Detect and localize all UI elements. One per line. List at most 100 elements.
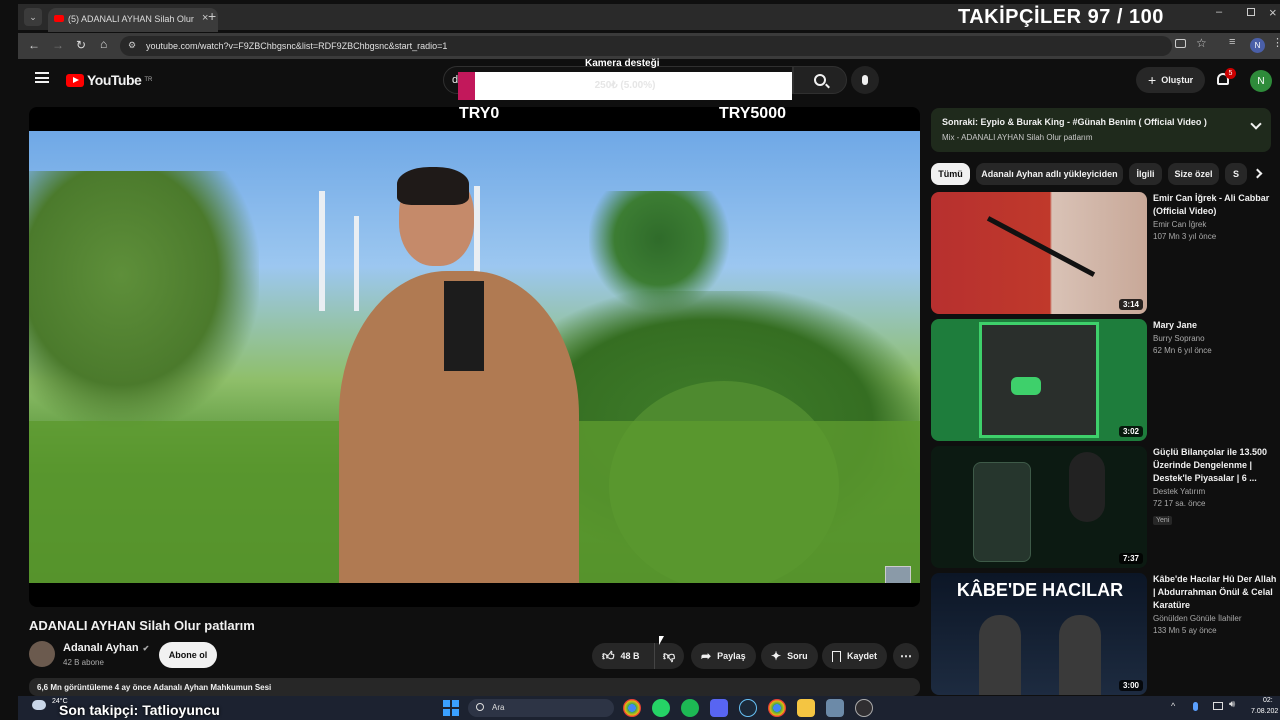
recommendation-thumbnail[interactable]: KÂBE'DE HACILAR 3:00 xyxy=(931,573,1147,695)
app-icon[interactable] xyxy=(826,699,844,717)
man-shirt xyxy=(444,281,484,371)
channel-name[interactable]: Adanalı Ayhan ✔ xyxy=(63,642,149,654)
volume-icon[interactable]: 🔊︎ xyxy=(1229,699,1235,710)
region-code: TR xyxy=(144,77,153,83)
sparkle-icon: ✦ xyxy=(771,649,782,663)
recommendation-channel[interactable]: Destek Yatırım xyxy=(1153,485,1277,499)
share-button[interactable]: ➦ Paylaş xyxy=(691,643,756,669)
youtube-logo[interactable]: YouTube TR xyxy=(66,72,152,88)
chip-all[interactable]: Tümü xyxy=(931,163,970,185)
channel-name-text: Adanalı Ayhan xyxy=(63,642,139,654)
address-bar[interactable]: ⚙ youtube.com/watch?v=F9ZBChbgsnc&list=R… xyxy=(120,36,1172,56)
account-avatar[interactable]: N xyxy=(1250,70,1272,92)
donation-goal-bar: 250₺ (5.00%) xyxy=(458,72,792,100)
car-graphic xyxy=(1011,377,1041,395)
tab-list-button[interactable]: ⌄ xyxy=(24,8,42,26)
restore-icon[interactable] xyxy=(1247,8,1255,16)
donation-goal-text: 250₺ (5.00%) xyxy=(594,80,656,91)
goal-min-label: TRY0 xyxy=(459,107,500,122)
singer-graphic xyxy=(1059,615,1101,695)
tab-title: (5) ADANALI AYHAN Silah Olur xyxy=(68,14,194,24)
recommendation-item[interactable]: 3:14 Emir Can İğrek - Ali Cabbar (Offici… xyxy=(931,192,1271,314)
chip-partial[interactable]: S xyxy=(1225,163,1247,185)
voice-search-button[interactable] xyxy=(851,66,879,94)
more-actions-button[interactable]: ⋯ xyxy=(893,643,919,669)
recommendation-info: Mary Jane Burry Soprano 62 Mn 6 yıl önce xyxy=(1153,319,1277,356)
back-icon[interactable]: ← xyxy=(28,38,40,52)
site-info-icon[interactable]: ⚙ xyxy=(128,40,136,51)
minimize-icon[interactable]: – xyxy=(1216,6,1222,18)
recommendation-thumbnail[interactable]: 3:02 xyxy=(931,319,1147,441)
recommendation-item[interactable]: 7:37 Güçlü Bilançolar ile 13.500 Üzerind… xyxy=(931,446,1271,568)
chip-for-you[interactable]: Size özel xyxy=(1168,163,1219,185)
start-icon[interactable] xyxy=(443,700,459,716)
playlist-panel[interactable]: Sonraki: Eypio & Burak King - #Günah Ben… xyxy=(931,108,1271,152)
create-button[interactable]: + Oluştur xyxy=(1136,67,1206,93)
recommendation-title[interactable]: Emir Can İğrek - Ali Cabbar (Official Vi… xyxy=(1153,192,1277,218)
obs-icon[interactable] xyxy=(855,699,873,717)
man-hair xyxy=(397,167,469,205)
recommendation-title[interactable]: Mary Jane xyxy=(1153,319,1277,332)
video-frame[interactable] xyxy=(29,131,920,583)
bookmark-star-icon[interactable]: ☆ xyxy=(1196,36,1207,50)
subscribe-button[interactable]: Abone ol xyxy=(159,642,217,668)
recommendation-item[interactable]: 3:02 Mary Jane Burry Soprano 62 Mn 6 yıl… xyxy=(931,319,1271,441)
like-button[interactable]: 👍︎ 48 B xyxy=(592,643,654,669)
reload-icon[interactable]: ↻ xyxy=(76,38,86,52)
spotify-icon[interactable] xyxy=(681,699,699,717)
hamburger-menu-icon[interactable] xyxy=(35,72,49,83)
ask-button[interactable]: ✦ Soru xyxy=(761,643,818,669)
minaret xyxy=(319,191,325,311)
recommendation-thumbnail[interactable]: 7:37 xyxy=(931,446,1147,568)
channel-avatar[interactable] xyxy=(29,641,55,667)
tray-chevron-icon[interactable]: ^ xyxy=(1171,701,1175,711)
dislike-button[interactable]: 👎︎ xyxy=(654,643,684,669)
chrome-icon[interactable] xyxy=(623,699,641,717)
recommendation-info: Emir Can İğrek - Ali Cabbar (Official Vi… xyxy=(1153,192,1277,242)
browser-menu-icon[interactable]: ⋮ xyxy=(1272,36,1280,49)
media-control-icon[interactable]: ≡ xyxy=(1229,36,1235,48)
steam-icon[interactable] xyxy=(739,699,757,717)
search-button[interactable] xyxy=(793,66,847,94)
recommendation-channel[interactable]: Burry Soprano xyxy=(1153,332,1277,346)
notification-badge: 5 xyxy=(1225,68,1236,79)
profile-avatar[interactable]: N xyxy=(1250,38,1265,53)
new-tab-icon[interactable]: + xyxy=(208,8,216,24)
notifications-button[interactable]: 5 xyxy=(1214,68,1236,90)
bookmark-icon xyxy=(832,650,841,662)
file-explorer-icon[interactable] xyxy=(797,699,815,717)
recommendation-info: Güçlü Bilançolar ile 13.500 Üzerinde Den… xyxy=(1153,446,1277,527)
close-window-icon[interactable]: × xyxy=(1269,5,1277,20)
expand-chevron-icon[interactable] xyxy=(1250,118,1262,130)
share-icon: ➦ xyxy=(701,649,712,663)
install-app-icon[interactable] xyxy=(1175,39,1186,48)
browser-tab[interactable]: (5) ADANALI AYHAN Silah Olur × xyxy=(48,8,218,32)
recommendation-item[interactable]: KÂBE'DE HACILAR 3:00 Kâbe'de Hacılar Hû … xyxy=(931,573,1276,695)
chips-next-chevron-icon[interactable] xyxy=(1252,168,1263,179)
chip-related[interactable]: İlgili xyxy=(1129,163,1162,185)
recommendation-thumbnail[interactable]: 3:14 xyxy=(931,192,1147,314)
video-player[interactable]: TRY0 TRY5000 xyxy=(29,107,920,607)
recommendation-channel[interactable]: Emir Can İğrek xyxy=(1153,218,1277,232)
weather-icon[interactable] xyxy=(32,700,46,710)
forward-icon[interactable]: → xyxy=(52,38,64,52)
video-title: ADANALI AYHAN Silah Olur patlarım xyxy=(29,618,255,633)
discord-icon[interactable] xyxy=(710,699,728,717)
microphone-tray-icon[interactable] xyxy=(1193,702,1198,711)
description-box[interactable]: 6,6 Mn görüntüleme 4 ay önce Adanalı Ayh… xyxy=(29,678,920,696)
home-icon[interactable]: ⌂ xyxy=(100,37,107,51)
recommendation-title[interactable]: Güçlü Bilançolar ile 13.500 Üzerinde Den… xyxy=(1153,446,1277,485)
chrome-icon[interactable] xyxy=(768,699,786,717)
plus-icon: + xyxy=(1148,72,1157,88)
chip-uploader[interactable]: Adanalı Ayhan adlı yükleyiciden xyxy=(976,163,1123,185)
youtube-logo-text: YouTube xyxy=(87,72,142,88)
recommendation-title[interactable]: Kâbe'de Hacılar Hû Der Allah | Abdurrahm… xyxy=(1153,573,1277,612)
recommendation-channel[interactable]: Gönülden Gönüle İlahiler xyxy=(1153,612,1277,626)
channel-watermark[interactable] xyxy=(885,566,911,583)
thumbs-up-icon: 👍︎ xyxy=(602,648,615,663)
whatsapp-icon[interactable] xyxy=(652,699,670,717)
network-icon[interactable] xyxy=(1213,702,1223,710)
save-button[interactable]: Kaydet xyxy=(822,643,888,669)
next-label: Sonraki: xyxy=(942,117,979,127)
taskbar-search[interactable]: Ara xyxy=(468,699,614,717)
